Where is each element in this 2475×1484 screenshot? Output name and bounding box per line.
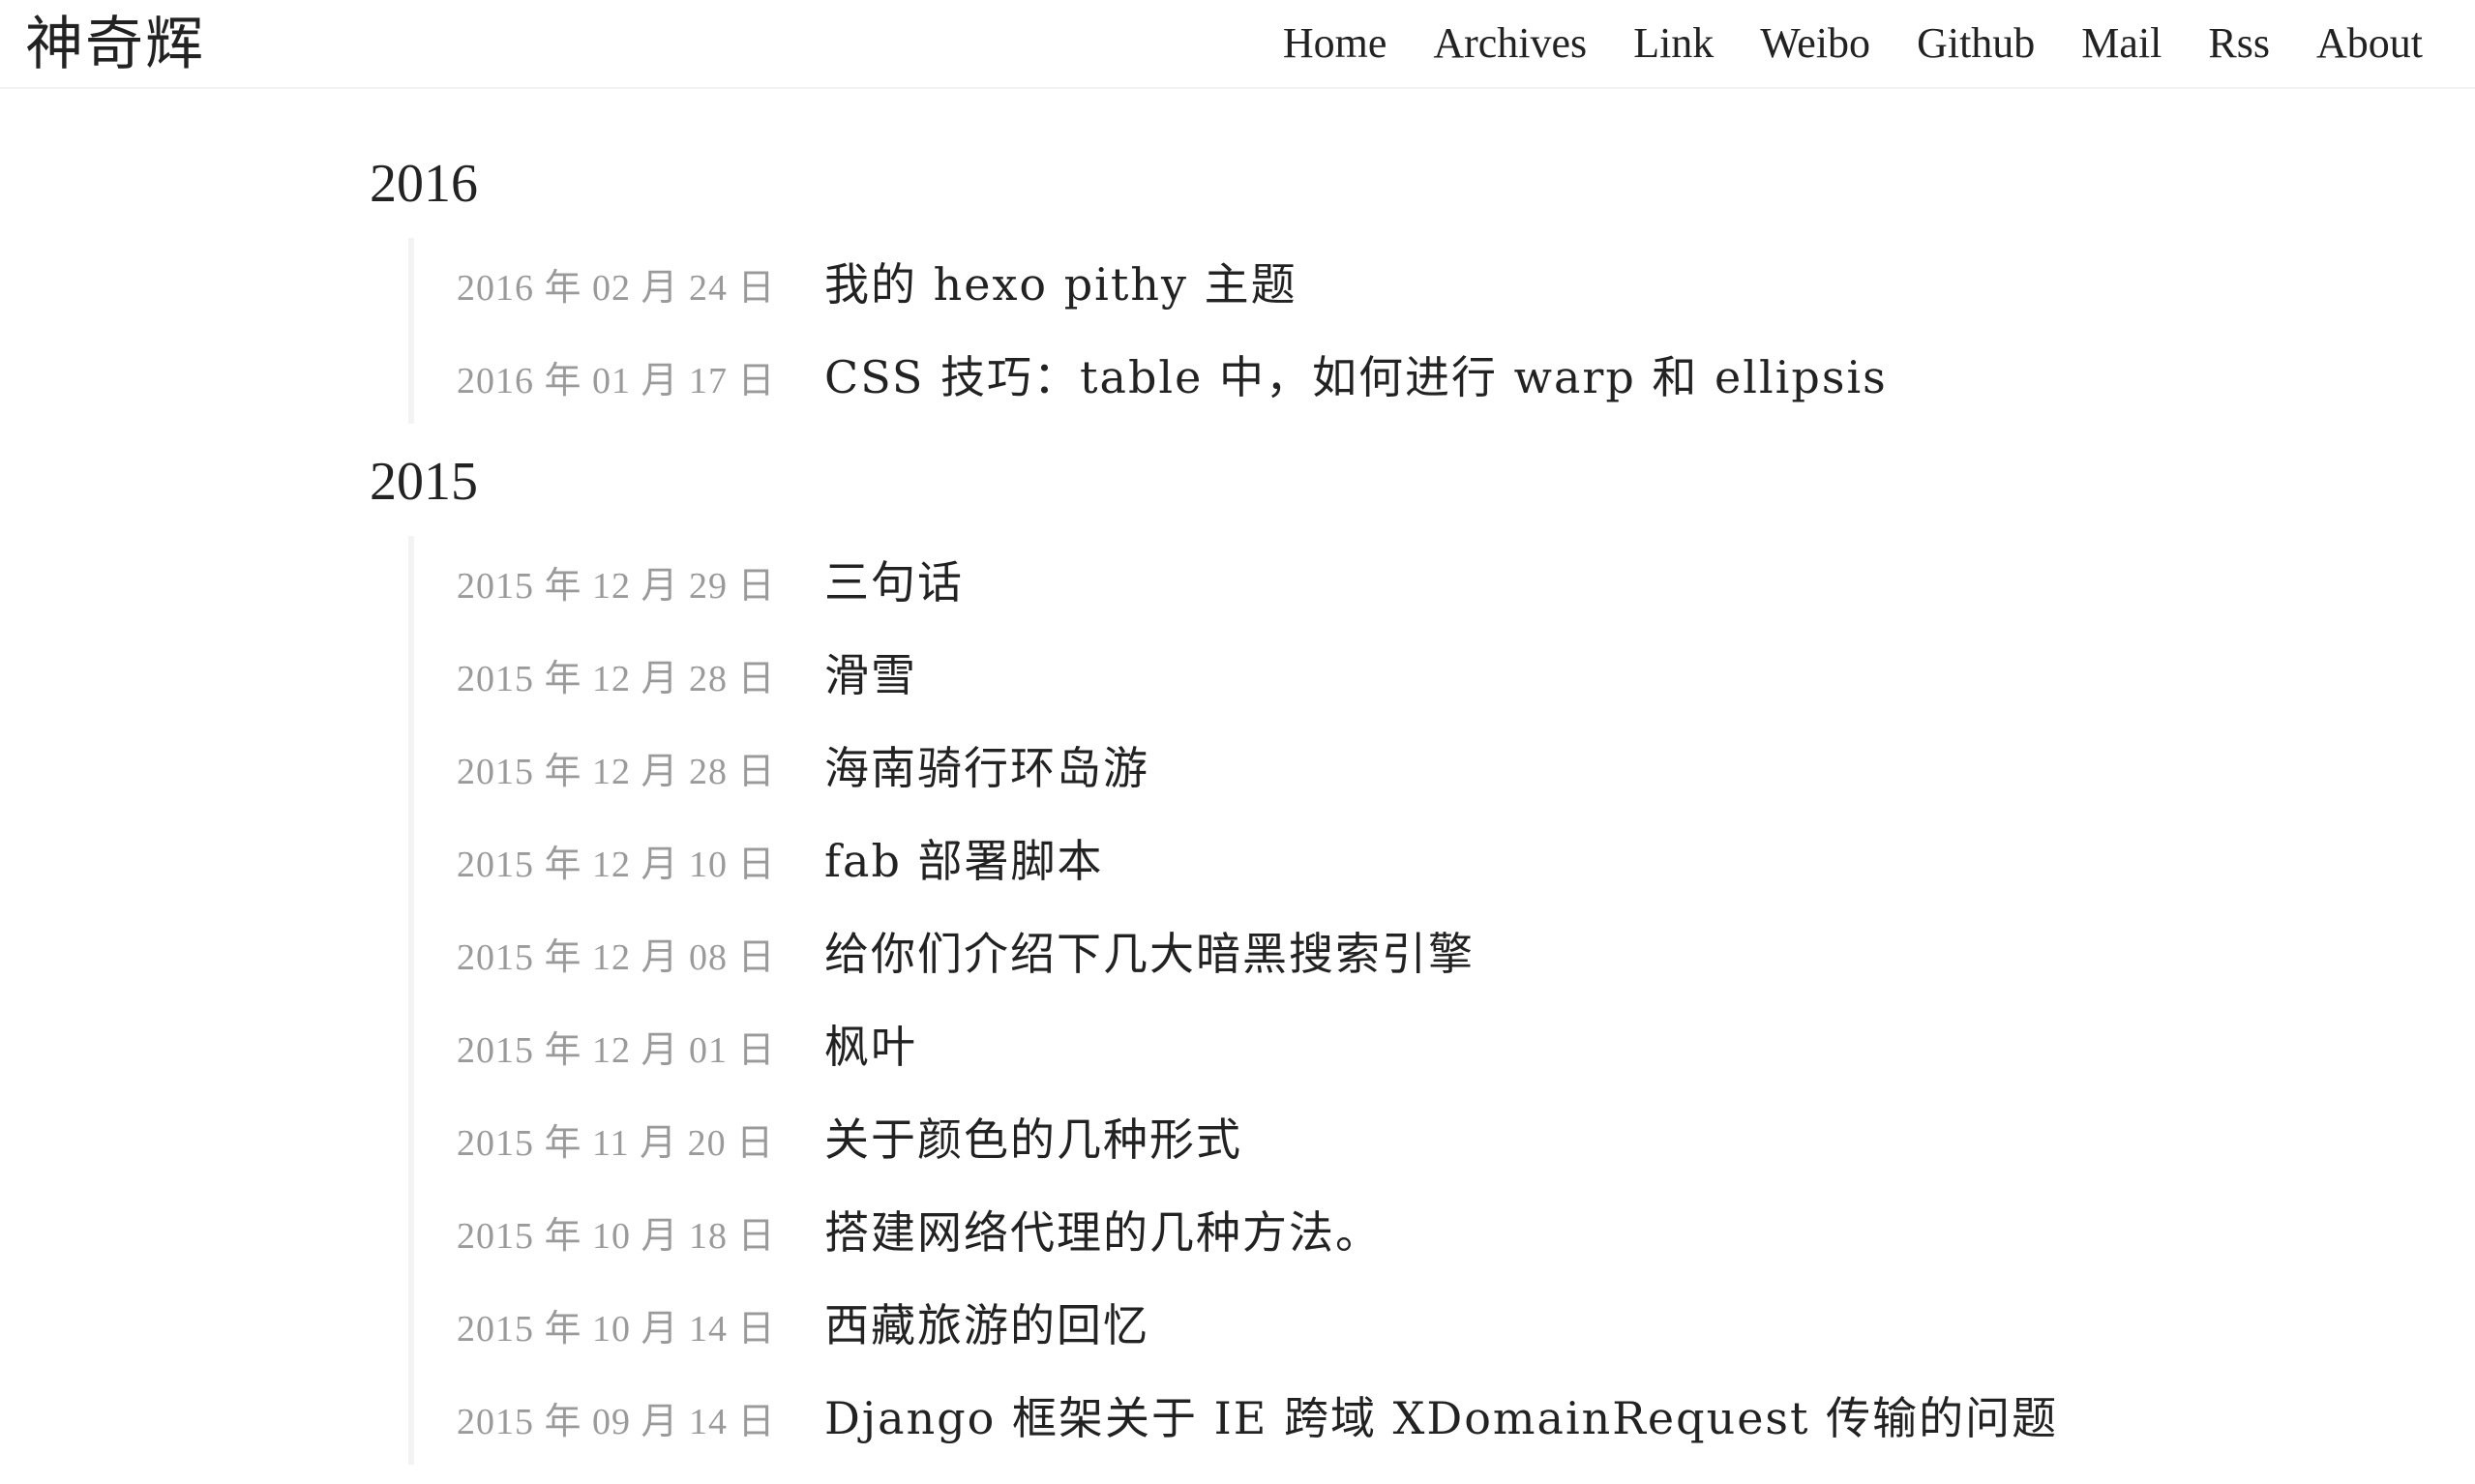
post-item: 2015 年 10 月 18 日 搭建网络代理的几种方法。: [418, 1186, 2208, 1279]
post-date: 2015 年 09 月 14 日: [457, 1402, 776, 1442]
post-date: 2015 年 12 月 01 日: [457, 1030, 776, 1071]
site-title-link[interactable]: 神奇辉: [25, 8, 205, 81]
archive-content: 2016 2016 年 02 月 24 日 我的 hexo pithy 主题 2…: [370, 145, 2208, 1484]
nav-item-github: Github: [1894, 14, 2058, 74]
post-title-link[interactable]: Django 框架关于 IE 跨域 XDomainRequest 传输的问题: [824, 1372, 2058, 1465]
post-date: 2015 年 10 月 18 日: [457, 1216, 776, 1257]
post-item: 2015 年 12 月 29 日 三句话: [418, 536, 2208, 629]
post-date: 2015 年 12 月 29 日: [457, 566, 776, 607]
nav-item-home: Home: [1260, 14, 1411, 74]
post-title-link[interactable]: 海南骑行环岛游: [824, 722, 1149, 815]
post-item: 2015 年 10 月 14 日 西藏旅游的回忆: [418, 1279, 2208, 1372]
post-item: 2016 年 01 月 17 日 CSS 技巧：table 中，如何进行 war…: [418, 331, 2208, 424]
post-title-link[interactable]: 西藏旅游的回忆: [824, 1279, 1149, 1372]
nav-link-link[interactable]: Link: [1610, 14, 1737, 74]
post-title-link[interactable]: 关于颜色的几种形式: [824, 1093, 1242, 1186]
year-section-2016: 2016 2016 年 02 月 24 日 我的 hexo pithy 主题 2…: [370, 145, 2208, 424]
nav-link-github[interactable]: Github: [1894, 14, 2058, 74]
nav-item-weibo: Weibo: [1737, 14, 1894, 74]
post-title-link[interactable]: 给你们介绍下几大暗黑搜索引擎: [824, 907, 1475, 1000]
nav-link-rss[interactable]: Rss: [2185, 14, 2293, 74]
post-item: 2015 年 12 月 10 日 fab 部署脚本: [418, 815, 2208, 907]
post-title-link[interactable]: 我的 hexo pithy 主题: [824, 238, 1297, 331]
nav-item-link: Link: [1610, 14, 1737, 74]
post-title-link[interactable]: 搭建网络代理的几种方法。: [824, 1186, 1382, 1279]
post-date: 2016 年 01 月 17 日: [457, 361, 776, 401]
post-item: 2015 年 12 月 28 日 滑雪: [418, 629, 2208, 722]
post-item: 2015 年 12 月 28 日 海南骑行环岛游: [418, 722, 2208, 815]
nav-link-archives[interactable]: Archives: [1410, 14, 1610, 74]
year-section-2015: 2015 2015 年 12 月 29 日 三句话 2015 年 12 月 28…: [370, 443, 2208, 1465]
nav-link-weibo[interactable]: Weibo: [1737, 14, 1894, 74]
post-item: 2015 年 11 月 20 日 关于颜色的几种形式: [418, 1093, 2208, 1186]
post-title-link[interactable]: fab 部署脚本: [824, 815, 1104, 907]
post-date: 2015 年 12 月 28 日: [457, 752, 776, 792]
post-date: 2015 年 12 月 10 日: [457, 845, 776, 885]
nav-link-home[interactable]: Home: [1260, 14, 1411, 74]
post-date: 2015 年 11 月 20 日: [457, 1123, 775, 1164]
nav-item-rss: Rss: [2185, 14, 2293, 74]
post-item: 2015 年 12 月 08 日 给你们介绍下几大暗黑搜索引擎: [418, 907, 2208, 1000]
post-title-link[interactable]: 滑雪: [824, 629, 917, 722]
post-item: 2015 年 09 月 14 日 Django 框架关于 IE 跨域 XDoma…: [418, 1372, 2208, 1465]
year-heading: 2016: [370, 154, 478, 214]
post-title-link[interactable]: 三句话: [824, 536, 964, 629]
post-date: 2015 年 10 月 14 日: [457, 1309, 776, 1350]
post-item: 2016 年 02 月 24 日 我的 hexo pithy 主题: [418, 238, 2208, 331]
site-header: 神奇辉 Home Archives Link Weibo Github Mail…: [0, 0, 2475, 89]
post-date: 2015 年 12 月 08 日: [457, 937, 776, 978]
post-date: 2015 年 12 月 28 日: [457, 659, 776, 699]
nav-item-mail: Mail: [2058, 14, 2185, 74]
year-heading: 2015: [370, 452, 478, 512]
nav-item-about: About: [2293, 14, 2446, 74]
post-title-link[interactable]: CSS 技巧：table 中，如何进行 warp 和 ellipsis: [824, 331, 1888, 424]
post-date: 2016 年 02 月 24 日: [457, 268, 776, 309]
post-title-link[interactable]: 枫叶: [824, 1000, 917, 1093]
nav-item-archives: Archives: [1410, 14, 1610, 74]
post-list: 2016 年 02 月 24 日 我的 hexo pithy 主题 2016 年…: [408, 238, 2208, 424]
nav-link-mail[interactable]: Mail: [2058, 14, 2185, 74]
post-item: 2015 年 12 月 01 日 枫叶: [418, 1000, 2208, 1093]
nav-link-about[interactable]: About: [2293, 14, 2446, 74]
post-list: 2015 年 12 月 29 日 三句话 2015 年 12 月 28 日 滑雪…: [408, 536, 2208, 1465]
main-nav: Home Archives Link Weibo Github Mail Rss…: [1260, 14, 2446, 74]
